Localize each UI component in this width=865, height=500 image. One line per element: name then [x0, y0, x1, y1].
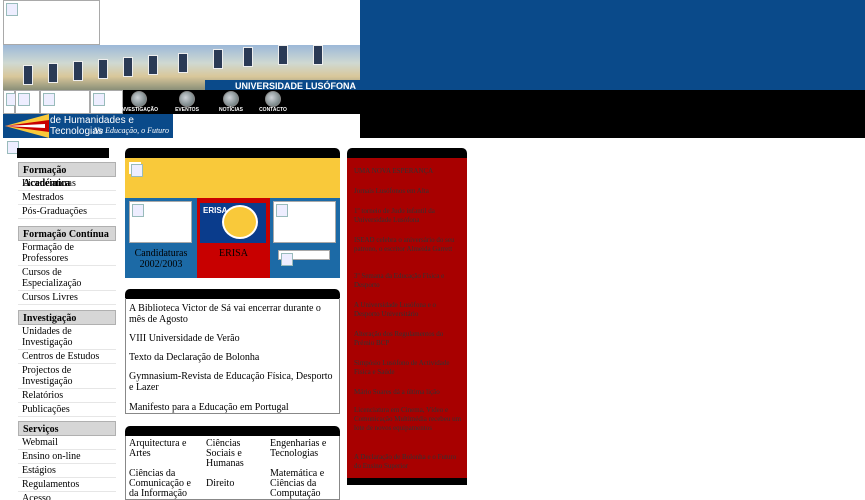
sidebar-item-projectos-investigacao[interactable]: Projectos de Investigação: [18, 364, 116, 389]
right-news-item[interactable]: Licenciatura em Cinema, Vídeo e Comunica…: [354, 406, 462, 433]
erisa-logo[interactable]: ERISA: [200, 203, 266, 243]
faculty-tagline: Na Educação, o Futuro: [93, 126, 169, 135]
nav-label: CONTACTO: [259, 107, 287, 113]
right-news-item[interactable]: Mário Soares dá a última lição: [354, 388, 462, 397]
sidebar-item-cursos-especializacao[interactable]: Cursos de Especialização: [18, 266, 116, 291]
area-link[interactable]: Ciências da Comunicação e da Informação: [129, 469, 201, 499]
header-logo-image: [3, 0, 100, 45]
sidebar-item-pos-graduacoes[interactable]: Pós-Graduações: [18, 205, 116, 219]
spacer-image: [5, 139, 19, 154]
areas-tab-bar: [125, 426, 340, 436]
promo-tab-bar: [125, 148, 340, 158]
news-item[interactable]: Manifesto para a Educação em Portugal: [129, 402, 339, 413]
nav-label: INVESTIGAÇÃO: [119, 107, 159, 113]
faculty-logo-icon: [5, 114, 49, 138]
nav-noticias[interactable]: NOTÍCIAS: [215, 90, 247, 114]
area-link[interactable]: Direito: [206, 479, 264, 489]
right-tab-bar: [347, 148, 467, 158]
area-link[interactable]: Matemática e Ciências da Computação: [270, 469, 336, 499]
sidebar-item-centros-estudos[interactable]: Centros de Estudos: [18, 350, 116, 364]
sidebar-section-investigacao: Investigação Unidades de Investigação Ce…: [18, 310, 116, 417]
sidebar-cap: [17, 148, 109, 158]
contact-icon: [265, 91, 281, 107]
sidebar-heading: Formação Contínua: [18, 226, 116, 241]
sidebar-section-formacao-continua: Formação Contínua Formação de Professore…: [18, 226, 116, 305]
nav-contacto[interactable]: CONTACTO: [257, 90, 289, 114]
window: [98, 59, 108, 79]
research-icon: [131, 91, 147, 107]
window: [148, 55, 158, 75]
promo-banner: [125, 158, 340, 198]
right-news-item[interactable]: Simpósio Lusófono de Actividade Física e…: [354, 359, 462, 377]
header-black-band: [360, 90, 865, 138]
candidaturas-image[interactable]: [129, 201, 192, 243]
nav-spacer-image: [40, 90, 90, 114]
window: [48, 63, 58, 83]
sidebar-item-licenciaturas[interactable]: Licenciaturas: [18, 177, 116, 191]
sidebar-item-unidades-investigacao[interactable]: Unidades de Investigação: [18, 325, 116, 350]
sidebar-item-acesso[interactable]: Acesso: [18, 492, 116, 500]
faculty-banner: de Humanidades e Tecnologias Na Educação…: [3, 114, 173, 138]
sidebar-item-webmail[interactable]: Webmail: [18, 436, 116, 450]
window: [23, 65, 33, 85]
window: [278, 45, 288, 65]
nav-spacer-image: [3, 90, 18, 114]
sidebar-item-relatorios[interactable]: Relatórios: [18, 389, 116, 403]
window: [313, 45, 323, 65]
right-news-item[interactable]: ISEAD celebra o aniversário do seu patro…: [354, 236, 462, 254]
window: [178, 53, 188, 73]
right-news-item[interactable]: A Declaração de Bolonha e o Futuro do En…: [354, 453, 462, 471]
sidebar-section-formacao-academica: Formação Académica Licenciaturas Mestrad…: [18, 162, 116, 219]
news-icon: [223, 91, 239, 107]
window: [123, 57, 133, 77]
right-news-item[interactable]: Jornais Lusófonos em Alta: [354, 187, 462, 196]
right-news-item[interactable]: A Universidade Lusófona e o Desporto Uni…: [354, 301, 462, 319]
right-promo-image[interactable]: [273, 201, 336, 243]
promo-banner-image: [129, 162, 143, 177]
nav-eventos[interactable]: EVENTOS: [171, 90, 203, 114]
small-promo-image[interactable]: [278, 250, 330, 266]
news-item[interactable]: Gymnasium-Revista de Educação Física, De…: [129, 371, 339, 393]
erisa-link[interactable]: ERISA: [197, 248, 270, 259]
sidebar-heading: Serviços: [18, 421, 116, 436]
right-panel-footer: [347, 478, 467, 485]
right-news-item[interactable]: Alteração dos Regulamentos do Prémio BCP: [354, 330, 462, 348]
nav-spacer-image: [15, 90, 40, 114]
sidebar-item-publicacoes[interactable]: Publicações: [18, 403, 116, 417]
news-item[interactable]: A Biblioteca Victor de Sá vai encerrar d…: [129, 303, 339, 325]
area-link[interactable]: Engenharias e Tecnologias: [270, 439, 336, 459]
sidebar-item-mestrados[interactable]: Mestrados: [18, 191, 116, 205]
right-news-item[interactable]: UMA NOVA ESPERANÇA: [354, 167, 462, 176]
right-news-item[interactable]: 3º Semana da Educação Física e Desporto: [354, 272, 462, 290]
nav-label: EVENTOS: [175, 107, 199, 113]
area-link[interactable]: Ciências Sociais e Humanas: [206, 439, 264, 469]
window: [243, 47, 253, 67]
top-nav: INVESTIGAÇÃO EVENTOS NOTÍCIAS CONTACTO: [120, 90, 360, 114]
nav-label: NOTÍCIAS: [219, 107, 243, 113]
candidaturas-link[interactable]: Candidaturas 2002/2003: [125, 248, 197, 270]
window: [73, 61, 83, 81]
news-item[interactable]: VIII Universidade de Verão: [129, 333, 339, 344]
sidebar-heading: Formação Académica: [18, 162, 116, 189]
right-news-item[interactable]: 1º torneio de Judo infantil da Universid…: [354, 207, 462, 225]
sidebar-section-servicos: Serviços Webmail Ensino on-line Estágios…: [18, 421, 116, 500]
nav-investigacao[interactable]: INVESTIGAÇÃO: [120, 90, 158, 114]
header-blue-band: [360, 0, 865, 90]
news-item[interactable]: Texto da Declaração de Bolonha: [129, 352, 339, 363]
sidebar-heading: Investigação: [18, 310, 116, 325]
window: [213, 49, 223, 69]
sidebar-item-estagios[interactable]: Estágios: [18, 464, 116, 478]
sidebar-item-formacao-professores[interactable]: Formação de Professores: [18, 241, 116, 266]
sidebar-item-ensino-online[interactable]: Ensino on-line: [18, 450, 116, 464]
sidebar-item-cursos-livres[interactable]: Cursos Livres: [18, 291, 116, 305]
area-link[interactable]: Arquitectura e Artes: [129, 439, 199, 459]
erisa-logo-text: ERISA: [203, 206, 228, 215]
sidebar-item-regulamentos[interactable]: Regulamentos: [18, 478, 116, 492]
events-icon: [179, 91, 195, 107]
